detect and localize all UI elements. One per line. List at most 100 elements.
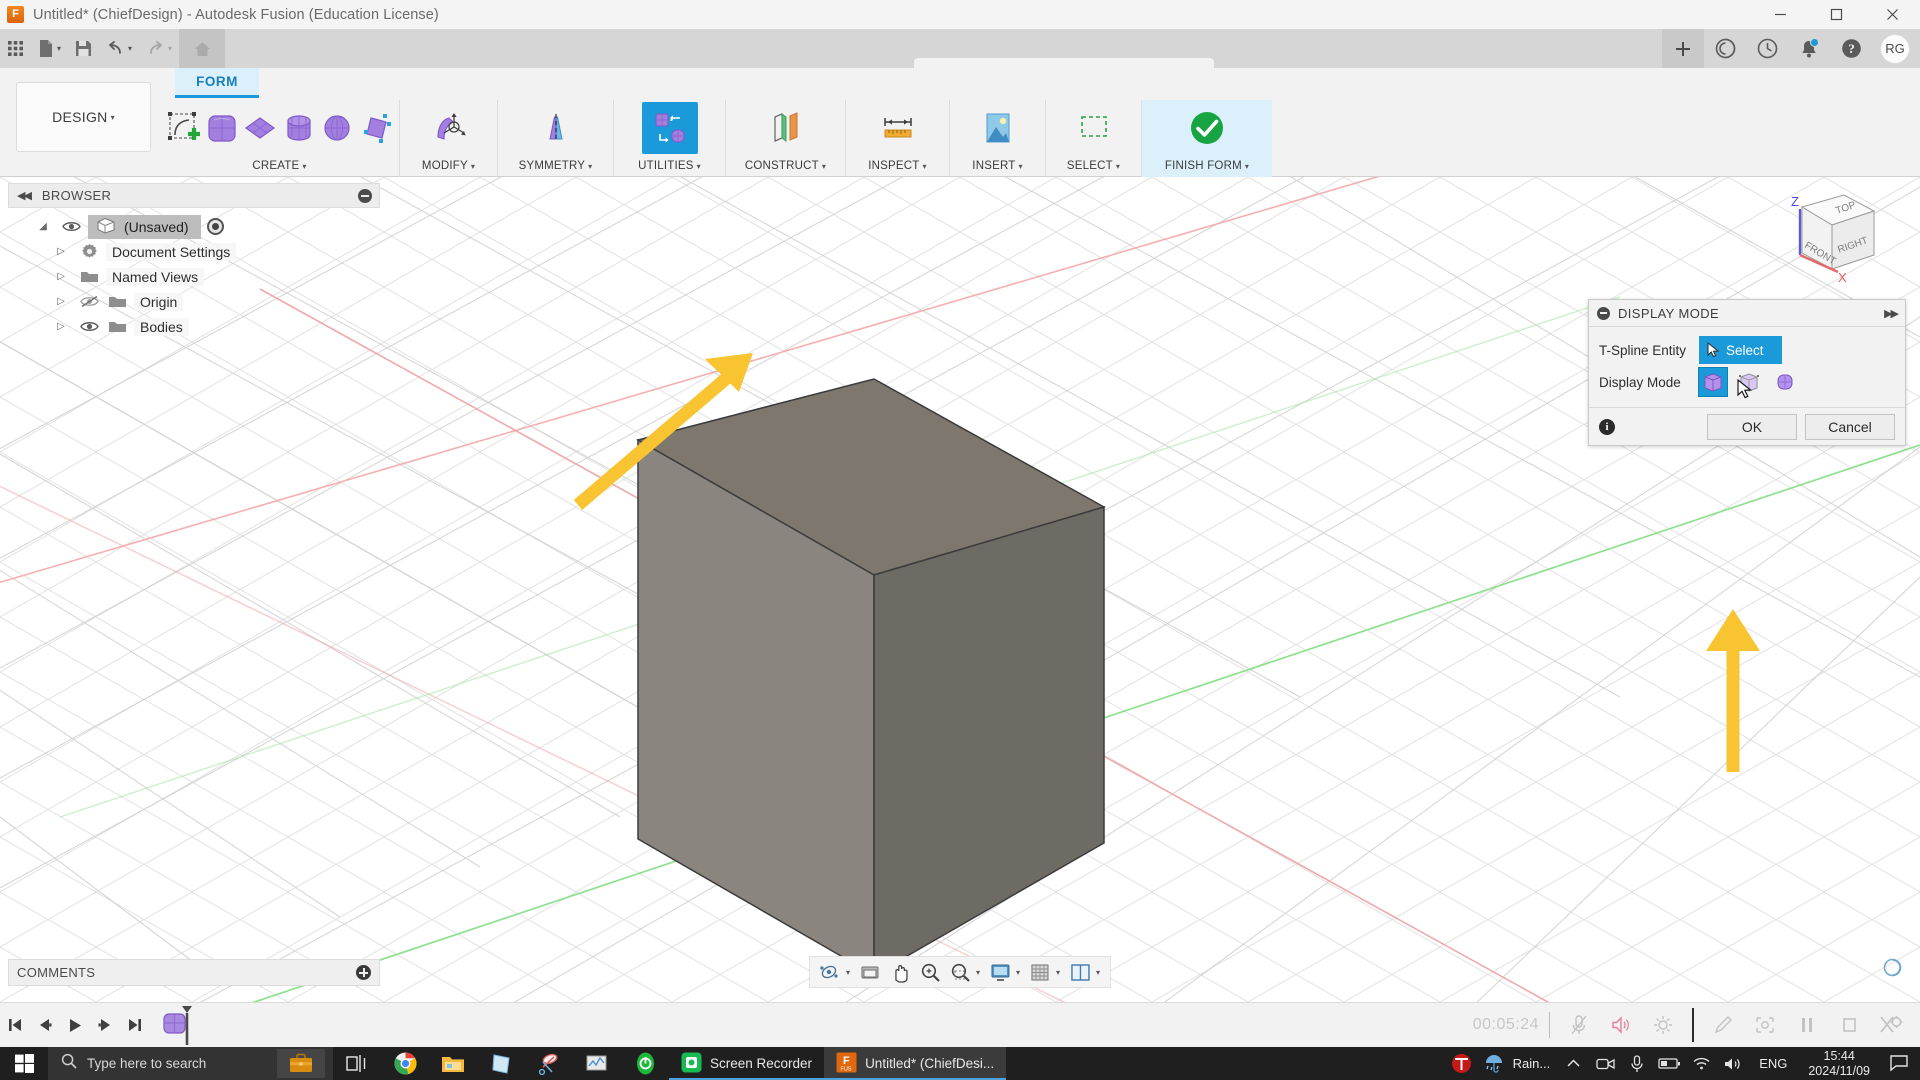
chevron-down-icon[interactable]: ▾ bbox=[846, 968, 850, 977]
rainmeter-icon[interactable] bbox=[1479, 1047, 1509, 1080]
activate-component-radio[interactable] bbox=[206, 218, 224, 235]
green-app-icon[interactable] bbox=[621, 1047, 669, 1080]
expand-arrow-icon[interactable]: ▷ bbox=[50, 321, 72, 332]
camera-icon[interactable] bbox=[1590, 1047, 1620, 1080]
wifi-icon[interactable] bbox=[1686, 1047, 1716, 1080]
app-grid-icon[interactable] bbox=[0, 29, 31, 68]
info-icon[interactable]: i bbox=[1599, 418, 1615, 435]
select-button[interactable]: Select bbox=[1699, 336, 1782, 364]
go-to-beginning-icon[interactable] bbox=[0, 1003, 30, 1048]
battery-icon[interactable] bbox=[1654, 1047, 1684, 1080]
ribbon-panel-label-modify[interactable]: MODIFY ▾ bbox=[400, 155, 497, 177]
display-mode-icon[interactable] bbox=[641, 101, 698, 154]
draw-icon[interactable] bbox=[1704, 1002, 1742, 1047]
collapse-left-icon[interactable]: ◀◀ bbox=[17, 189, 32, 202]
step-forward-icon[interactable] bbox=[90, 1003, 120, 1048]
expand-arrow-icon[interactable]: ▷ bbox=[50, 296, 72, 307]
viewports-icon[interactable] bbox=[1066, 958, 1094, 986]
orbit-icon[interactable] bbox=[816, 958, 844, 986]
tesla-icon[interactable] bbox=[1447, 1047, 1477, 1080]
microphone-muted-icon[interactable] bbox=[1560, 1002, 1598, 1047]
cylinder-primitive-icon[interactable] bbox=[280, 102, 319, 154]
performance-monitor-icon[interactable] bbox=[573, 1047, 621, 1080]
ribbon-panel-label-insert[interactable]: INSERT ▾ bbox=[950, 155, 1045, 177]
stop-icon[interactable] bbox=[1830, 1002, 1868, 1047]
notifications-icon[interactable] bbox=[1788, 29, 1830, 68]
offset-plane-icon[interactable] bbox=[758, 102, 814, 154]
chevron-down-icon[interactable]: ▾ bbox=[168, 44, 172, 53]
quadball-primitive-icon[interactable] bbox=[357, 102, 396, 154]
chevron-down-icon[interactable]: ▾ bbox=[1096, 968, 1100, 977]
workspace-switcher[interactable]: DESIGN ▾ bbox=[16, 82, 151, 152]
close-button[interactable] bbox=[1864, 0, 1920, 29]
eye-visible-icon[interactable] bbox=[78, 320, 100, 333]
home-icon[interactable] bbox=[179, 29, 226, 68]
ribbon-panel-label-utilities[interactable]: UTILITIES ▾ bbox=[614, 155, 725, 177]
chevron-down-icon[interactable]: ▾ bbox=[1016, 968, 1020, 977]
minimize-button[interactable] bbox=[1752, 0, 1808, 29]
search-box[interactable]: Type here to search bbox=[48, 1047, 333, 1080]
screenshot-icon[interactable] bbox=[1746, 1002, 1784, 1047]
pause-icon[interactable] bbox=[1788, 1002, 1826, 1047]
ribbon-panel-label-symmetry[interactable]: SYMMETRY ▾ bbox=[498, 155, 613, 177]
tree-item-document-settings[interactable]: ▷ Document Settings bbox=[8, 239, 380, 264]
ok-button[interactable]: OK bbox=[1707, 413, 1797, 440]
dialog-collapse-icon[interactable] bbox=[1597, 306, 1610, 320]
maximize-button[interactable] bbox=[1808, 0, 1864, 29]
timeline-feature-box[interactable] bbox=[162, 1003, 196, 1048]
windows-start-icon[interactable] bbox=[0, 1047, 48, 1080]
eye-visible-icon[interactable] bbox=[60, 220, 82, 233]
chevron-down-icon[interactable]: ▾ bbox=[57, 44, 61, 53]
box-display-mode-icon[interactable] bbox=[1698, 367, 1728, 397]
file-explorer-icon[interactable] bbox=[429, 1047, 477, 1080]
control-frame-display-mode-icon[interactable] bbox=[1735, 368, 1763, 396]
panel-minimize-icon[interactable] bbox=[358, 188, 372, 203]
display-settings-icon[interactable] bbox=[986, 958, 1014, 986]
comments-panel[interactable]: COMMENTS bbox=[8, 959, 380, 986]
job-status-icon[interactable] bbox=[1746, 29, 1788, 68]
speaker-icon[interactable] bbox=[1602, 1002, 1640, 1047]
show-hidden-icons-chevron[interactable] bbox=[1558, 1047, 1588, 1080]
dialog-expand-icon[interactable]: ▶▶ bbox=[1884, 307, 1899, 320]
look-at-icon[interactable] bbox=[856, 958, 884, 986]
create-form-icon[interactable] bbox=[164, 102, 203, 154]
chevron-down-icon[interactable]: ▾ bbox=[128, 44, 132, 53]
dialog-header[interactable]: DISPLAY MODE ▶▶ bbox=[1589, 300, 1905, 327]
language-indicator[interactable]: ENG bbox=[1750, 1056, 1796, 1071]
ribbon-panel-label-create[interactable]: CREATE ▾ bbox=[160, 155, 399, 177]
chrome-icon[interactable] bbox=[381, 1047, 429, 1080]
cancel-button[interactable]: Cancel bbox=[1805, 413, 1895, 440]
fusion-app[interactable]: F FUS Untitled* (ChiefDesi... bbox=[824, 1047, 1007, 1080]
add-tab-icon[interactable] bbox=[1662, 29, 1704, 68]
add-comment-icon[interactable] bbox=[356, 965, 371, 980]
tree-item-unsaved[interactable]: ◢ (Unsaved) bbox=[8, 214, 380, 239]
ribbon-panel-label-construct[interactable]: CONSTRUCT ▾ bbox=[726, 155, 845, 177]
pan-icon[interactable] bbox=[886, 958, 914, 986]
briefcase-icon[interactable] bbox=[277, 1049, 325, 1078]
action-center-icon[interactable] bbox=[1882, 1047, 1916, 1080]
chevron-down-icon[interactable]: ▾ bbox=[1056, 968, 1060, 977]
edit-form-icon[interactable] bbox=[421, 102, 477, 154]
viewport-help-icon[interactable] bbox=[1883, 958, 1902, 982]
expand-arrow-icon[interactable]: ◢ bbox=[32, 221, 54, 232]
snip-sketch-icon[interactable] bbox=[525, 1047, 573, 1080]
browser-header[interactable]: ◀◀ BROWSER bbox=[8, 183, 380, 208]
help-icon[interactable]: ? bbox=[1830, 29, 1872, 68]
tab-form[interactable]: FORM bbox=[175, 68, 259, 98]
redo-icon[interactable]: ▾ bbox=[139, 29, 179, 68]
extensions-icon[interactable] bbox=[1704, 29, 1746, 68]
step-back-icon[interactable] bbox=[30, 1003, 60, 1048]
tree-item-bodies[interactable]: ▷ Bodies bbox=[8, 314, 380, 339]
volume-icon[interactable] bbox=[1718, 1047, 1748, 1080]
go-to-end-icon[interactable] bbox=[120, 1003, 150, 1048]
3d-viewport[interactable]: ◀◀ BROWSER ◢ (Unsaved) ▷ Document Settin… bbox=[0, 177, 1920, 1002]
new-file-icon[interactable]: ▾ bbox=[31, 29, 68, 68]
grid-snaps-icon[interactable] bbox=[1026, 958, 1054, 986]
task-view-icon[interactable] bbox=[333, 1047, 381, 1080]
chevron-down-icon[interactable]: ▾ bbox=[976, 968, 980, 977]
close-recorder-icon[interactable] bbox=[1872, 1002, 1910, 1047]
tree-item-origin[interactable]: ▷ Origin bbox=[8, 289, 380, 314]
smooth-display-mode-icon[interactable] bbox=[1771, 368, 1799, 396]
measure-icon[interactable] bbox=[870, 102, 926, 154]
view-cube[interactable]: TOP FRONT RIGHT Z X bbox=[1762, 185, 1882, 290]
